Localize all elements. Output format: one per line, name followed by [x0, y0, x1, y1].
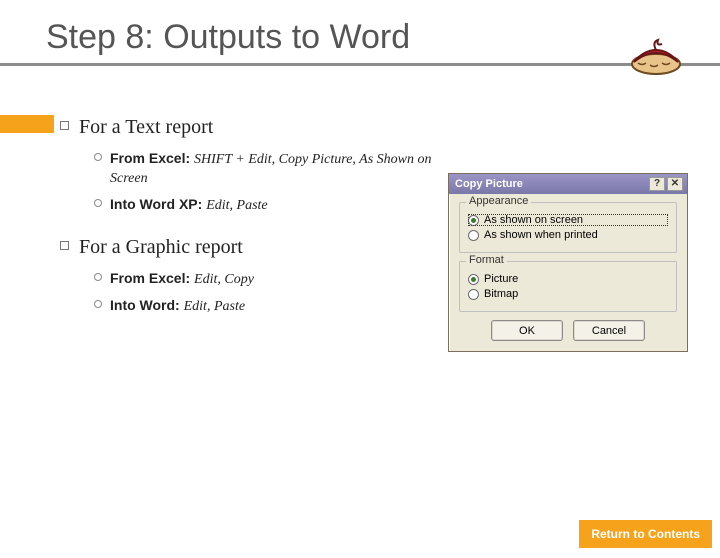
circle-bullet-icon — [94, 199, 102, 207]
slide-title: Step 8: Outputs to Word — [46, 18, 720, 57]
square-bullet-icon — [60, 121, 69, 130]
appearance-legend: Appearance — [466, 195, 531, 207]
bullet-1-text: For a Text report — [79, 116, 213, 139]
sub-ital: Edit, Copy — [194, 272, 254, 287]
bullet-1: For a Text report From Excel: SHIFT + Ed… — [60, 116, 440, 216]
cancel-button[interactable]: Cancel — [573, 320, 645, 341]
radio-label: Bitmap — [484, 288, 518, 300]
sub-ital: Edit, Paste — [184, 299, 245, 314]
content-body: For a Text report From Excel: SHIFT + Ed… — [60, 116, 440, 316]
bullet-2-text: For a Graphic report — [79, 236, 243, 259]
radio-icon — [468, 230, 479, 241]
close-button[interactable]: ✕ — [667, 177, 683, 191]
radio-as-shown-on-screen[interactable]: As shown on screen — [468, 214, 668, 226]
radio-icon — [468, 274, 479, 285]
sub-bullet: Into Word XP: Edit, Paste — [94, 195, 440, 216]
sub-bullet: From Excel: Edit, Copy — [94, 269, 440, 290]
sub-bold: Into Word XP: — [110, 196, 206, 212]
radio-picture[interactable]: Picture — [468, 273, 668, 285]
square-bullet-icon — [60, 241, 69, 250]
radio-icon — [468, 289, 479, 300]
title-rule — [0, 63, 720, 66]
sub-bullet: From Excel: SHIFT + Edit, Copy Picture, … — [94, 149, 440, 189]
radio-label: As shown on screen — [484, 214, 583, 226]
sub-bold: Into Word: — [110, 297, 184, 313]
bullet-2: For a Graphic report From Excel: Edit, C… — [60, 236, 440, 317]
sub-bold: From Excel: — [110, 270, 194, 286]
dialog-title: Copy Picture — [455, 178, 523, 190]
pie-clipart-icon — [628, 30, 684, 78]
format-legend: Format — [466, 254, 507, 266]
dialog-titlebar[interactable]: Copy Picture ? ✕ — [449, 174, 687, 194]
radio-as-shown-when-printed[interactable]: As shown when printed — [468, 229, 668, 241]
circle-bullet-icon — [94, 273, 102, 281]
circle-bullet-icon — [94, 300, 102, 308]
help-button[interactable]: ? — [649, 177, 665, 191]
ok-button[interactable]: OK — [491, 320, 563, 341]
sub-bullet: Into Word: Edit, Paste — [94, 296, 440, 317]
format-group: Format Picture Bitmap — [459, 261, 677, 312]
circle-bullet-icon — [94, 153, 102, 161]
radio-label: As shown when printed — [484, 229, 598, 241]
radio-icon — [468, 215, 479, 226]
appearance-group: Appearance As shown on screen As shown w… — [459, 202, 677, 253]
sub-ital: Edit, Paste — [206, 198, 267, 213]
sub-bold: From Excel: — [110, 150, 194, 166]
copy-picture-dialog: Copy Picture ? ✕ Appearance As shown on … — [448, 173, 688, 352]
radio-bitmap[interactable]: Bitmap — [468, 288, 668, 300]
accent-bar — [0, 115, 54, 133]
radio-label: Picture — [484, 273, 518, 285]
return-to-contents-button[interactable]: Return to Contents — [579, 520, 712, 548]
